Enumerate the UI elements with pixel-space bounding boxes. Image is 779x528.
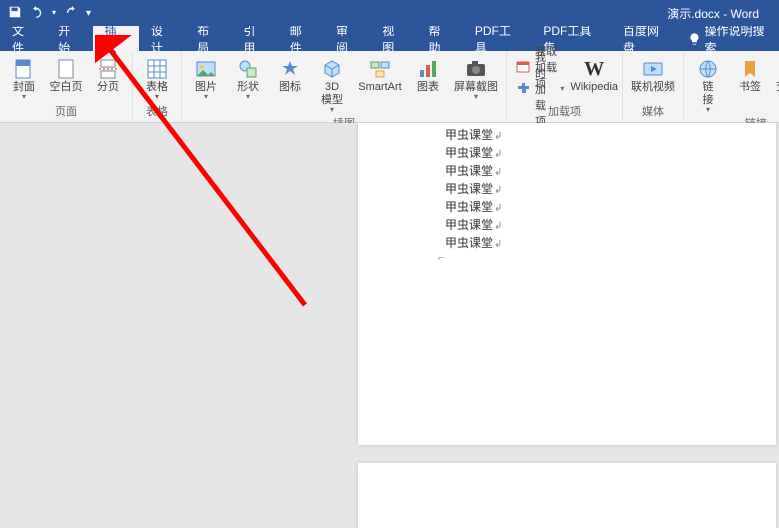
tab-baidu[interactable]: 百度网盘 [611,26,680,51]
cross-reference-button[interactable]: 交叉引用 [772,55,779,96]
group-media: 联机视频 媒体 [623,51,684,122]
tab-review[interactable]: 审阅 [324,26,370,51]
group-media-label: 媒体 [642,103,664,122]
group-addins-label: 加载项 [548,103,581,122]
group-addins: 获取加载项 我的加载项▾ W Wikipedia 加载项 [507,51,623,122]
save-icon[interactable] [8,5,22,22]
ribbon-insert: 封面▾ 空白页 分页 页面 表格▾ 表格 图片▾ [0,51,779,123]
pictures-icon [190,57,222,81]
table-icon [141,57,173,81]
undo-icon[interactable] [30,5,44,22]
tab-pdf-tool[interactable]: PDF工具 [463,26,532,51]
tell-me-search[interactable]: 操作说明搜索 [680,26,779,51]
camera-icon [460,57,492,81]
tab-design[interactable]: 设计 [139,26,185,51]
shapes-button[interactable]: 形状▾ [228,55,268,102]
tab-layout[interactable]: 布局 [185,26,231,51]
page-1[interactable]: 甲虫课堂甲虫课堂甲虫课堂甲虫课堂甲虫课堂甲虫课堂甲虫课堂 ⌐ [358,123,776,445]
tab-insert[interactable]: 插入 [93,26,139,51]
group-tables-label: 表格 [146,103,168,122]
smartart-icon [364,57,396,81]
smartart-button[interactable]: SmartArt [354,55,406,96]
shapes-icon [232,57,264,81]
tab-references[interactable]: 引用 [231,26,277,51]
wikipedia-icon: W [578,57,610,81]
online-video-button[interactable]: 联机视频 [627,55,679,96]
document-canvas[interactable]: 甲虫课堂甲虫课堂甲虫课堂甲虫课堂甲虫课堂甲虫课堂甲虫课堂 ⌐ 甲虫课堂甲虫课堂甲… [0,123,779,528]
icons-button[interactable]: 图标 [270,55,310,96]
cover-page-button[interactable]: 封面▾ [4,55,44,102]
my-addins-button[interactable]: 我的加载项▾ [511,79,568,99]
window-title: 演示.docx - Word [667,5,759,22]
tab-file[interactable]: 文件 [0,26,46,51]
page1-text: 甲虫课堂甲虫课堂甲虫课堂甲虫课堂甲虫课堂甲虫课堂甲虫课堂 [445,127,502,253]
quick-access-toolbar: ▾ ▾ [0,5,91,22]
store-icon [515,58,531,77]
blank-page-button[interactable]: 空白页 [46,55,86,96]
qat-customize-icon[interactable]: ▾ [86,8,91,19]
redo-icon[interactable] [64,5,78,22]
blank-page-icon [50,57,82,81]
tab-home[interactable]: 开始 [46,26,92,51]
screenshot-button[interactable]: 屏幕截图▾ [450,55,502,102]
icons-icon [274,57,306,81]
title-bar: ▾ ▾ 演示.docx - Word [0,0,779,26]
lightbulb-icon [688,32,701,46]
ribbon-tabs: 文件 开始 插入 设计 布局 引用 邮件 审阅 视图 帮助 PDF工具 PDF工… [0,26,779,51]
wikipedia-button[interactable]: W Wikipedia [570,55,618,96]
undo-dropdown-icon[interactable]: ▾ [52,10,56,16]
bookmark-button[interactable]: 书签 [730,55,770,96]
link-button[interactable]: 链 接▾ [688,55,728,115]
group-illustrations: 图片▾ 形状▾ 图标 3D 模型▾ SmartArt 图表 [182,51,507,122]
link-icon [692,57,724,81]
addins-icon [515,80,531,99]
pictures-button[interactable]: 图片▾ [186,55,226,102]
page-break-icon [92,57,124,81]
bookmark-icon [734,57,766,81]
table-button[interactable]: 表格▾ [137,55,177,102]
group-tables: 表格▾ 表格 [133,51,182,122]
tab-help[interactable]: 帮助 [417,26,463,51]
cover-page-icon [8,57,40,81]
cube-icon [316,57,348,81]
tab-view[interactable]: 视图 [370,26,416,51]
page-2[interactable]: 甲虫课堂甲虫课堂甲虫课堂甲虫课堂甲虫课堂甲虫课堂 [358,463,776,528]
group-links: 链 接▾ 书签 交叉引用 链接 [684,51,779,122]
video-icon [637,57,669,81]
chart-icon [412,57,444,81]
tab-mailings[interactable]: 邮件 [278,26,324,51]
3d-models-button[interactable]: 3D 模型▾ [312,55,352,115]
group-pages: 封面▾ 空白页 分页 页面 [0,51,133,122]
paragraph-mark: ⌐ [438,253,444,264]
group-pages-label: 页面 [55,103,77,122]
chart-button[interactable]: 图表 [408,55,448,96]
page-break-button[interactable]: 分页 [88,55,128,96]
